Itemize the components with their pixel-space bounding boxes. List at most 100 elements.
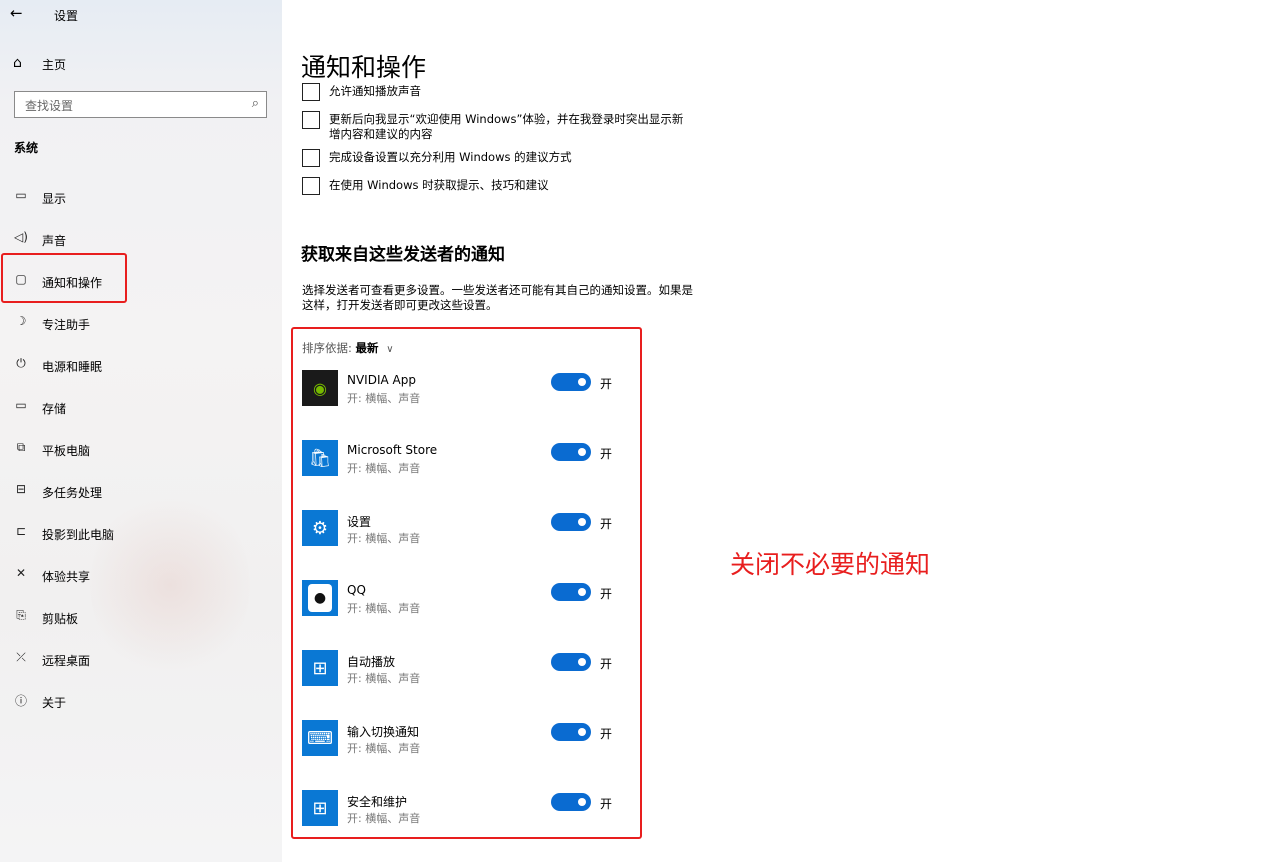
sidebar-item-about[interactable]: ⓘ 关于	[0, 684, 282, 718]
share-icon: ✕	[15, 566, 27, 580]
page-title: 通知和操作	[301, 53, 427, 82]
notification-toggle[interactable]	[551, 513, 591, 531]
checkbox-label: 完成设备设置以充分利用 Windows 的建议方式	[329, 150, 572, 164]
home-label: 主页	[42, 58, 67, 72]
sidebar-item-label: 远程桌面	[42, 654, 91, 668]
sender-row-autoplay[interactable]: ⊞ 自动播放 开: 横幅、声音 开	[302, 650, 622, 690]
sidebar-item-label: 声音	[42, 234, 67, 248]
sender-row-nvidia[interactable]: ◉ NVIDIA App 开: 横幅、声音 开	[302, 370, 622, 410]
sidebar-item-display[interactable]: ▭ 显示	[0, 180, 282, 214]
clipboard-icon: ⎘	[16, 608, 26, 622]
sender-row-qq[interactable]: ● QQ 开: 横幅、声音 开	[302, 580, 622, 620]
sender-status: 开: 横幅、声音	[347, 602, 421, 615]
sidebar-item-storage[interactable]: ▭ 存储	[0, 390, 282, 424]
sender-name: 自动播放	[347, 655, 396, 669]
sidebar-item-remote-desktop[interactable]: ⤫ 远程桌面	[0, 642, 282, 676]
checkbox-label: 允许通知播放声音	[329, 84, 421, 98]
project-icon: ⊏	[15, 524, 27, 538]
chevron-down-icon: ∨	[386, 344, 394, 355]
notification-toggle[interactable]	[551, 793, 591, 811]
sidebar-item-label: 关于	[42, 696, 67, 710]
notification-toggle[interactable]	[551, 373, 591, 391]
sender-name: 设置	[347, 515, 372, 529]
toggle-label: 开	[600, 797, 613, 811]
sender-name: 安全和维护	[347, 795, 408, 809]
checkbox-row[interactable]: 完成设备设置以充分利用 Windows 的建议方式	[302, 149, 722, 169]
search-icon[interactable]: ⌕	[252, 96, 259, 111]
toggle-label: 开	[600, 517, 613, 531]
checkbox-row[interactable]: 更新后向我显示“欢迎使用 Windows”体验，并在我登录时突出显示新增内容和建…	[302, 111, 722, 145]
sender-row-settings[interactable]: ⚙ 设置 开: 横幅、声音 开	[302, 510, 622, 550]
sort-label: 排序依据:	[302, 341, 352, 355]
sender-status: 开: 横幅、声音	[347, 742, 421, 755]
notification-toggle[interactable]	[551, 653, 591, 671]
power-icon: ⏻	[16, 356, 26, 370]
sidebar-item-label: 体验共享	[42, 570, 91, 584]
notification-toggle[interactable]	[551, 583, 591, 601]
sender-name: NVIDIA App	[347, 373, 416, 387]
sidebar-item-shared-experiences[interactable]: ✕ 体验共享	[0, 558, 282, 592]
speaker-icon: ◁)	[14, 230, 28, 244]
toggle-label: 开	[600, 377, 613, 391]
section-label: 系统	[14, 141, 39, 155]
sidebar-item-power[interactable]: ⏻ 电源和睡眠	[0, 348, 282, 382]
checkbox-label: 更新后向我显示“欢迎使用 Windows”体验，并在我登录时突出显示新增内容和建…	[329, 112, 684, 141]
sidebar-item-sound[interactable]: ◁) 声音	[0, 222, 282, 256]
checkbox[interactable]	[302, 111, 320, 129]
sidebar-item-multitasking[interactable]: ⊟ 多任务处理	[0, 474, 282, 508]
checkbox-label: 在使用 Windows 时获取提示、技巧和建议	[329, 178, 549, 192]
toggle-label: 开	[600, 657, 613, 671]
sender-row-microsoft-store[interactable]: 🛍 Microsoft Store 开: 横幅、声音 开	[302, 440, 622, 480]
storage-icon: ▭	[15, 398, 27, 412]
sidebar-item-label: 电源和睡眠	[42, 360, 103, 374]
sender-status: 开: 横幅、声音	[347, 532, 421, 545]
back-button[interactable]: ←	[10, 4, 23, 22]
info-icon: ⓘ	[14, 694, 27, 708]
checkbox-row[interactable]: 在使用 Windows 时获取提示、技巧和建议	[302, 177, 722, 197]
autoplay-icon: ⊞	[302, 650, 338, 686]
home-nav-item[interactable]: ⌂ 主页	[0, 50, 282, 78]
qq-icon: ●	[302, 580, 338, 616]
sidebar-item-focus-assist[interactable]: ☽ 专注助手	[0, 306, 282, 340]
security-icon: ⊞	[302, 790, 338, 826]
sender-name: 输入切换通知	[347, 725, 420, 739]
multitask-icon: ⊟	[15, 482, 27, 496]
sidebar: ← 设置 ⌂ 主页 查找设置 ⌕ 系统 ▭ 显示 ◁) 声音 ▢ 通知和操作 ☽…	[0, 0, 282, 862]
checkbox[interactable]	[302, 177, 320, 195]
home-icon: ⌂	[13, 55, 22, 71]
checkbox[interactable]	[302, 83, 320, 101]
senders-description: 选择发送者可查看更多设置。一些发送者还可能有其自己的通知设置。如果是这样，打开发…	[302, 283, 693, 312]
remote-desktop-icon: ⤫	[16, 650, 26, 664]
sidebar-item-label: 平板电脑	[42, 444, 91, 458]
senders-heading: 获取来自这些发送者的通知	[301, 245, 505, 265]
search-input[interactable]: 查找设置 ⌕	[14, 91, 267, 118]
tablet-icon: ⧉	[16, 440, 26, 454]
sender-row-input-switch[interactable]: ⌨ 输入切换通知 开: 横幅、声音 开	[302, 720, 622, 760]
notification-toggle[interactable]	[551, 723, 591, 741]
sidebar-item-label: 投影到此电脑	[42, 528, 115, 542]
sidebar-item-clipboard[interactable]: ⎘ 剪贴板	[0, 600, 282, 634]
sidebar-item-projecting[interactable]: ⊏ 投影到此电脑	[0, 516, 282, 550]
keyboard-icon: ⌨	[302, 720, 338, 756]
app-title: 设置	[54, 9, 79, 23]
nvidia-icon: ◉	[302, 370, 338, 406]
notification-toggle[interactable]	[551, 443, 591, 461]
search-placeholder: 查找设置	[25, 99, 74, 113]
display-icon: ▭	[15, 188, 27, 202]
sidebar-item-label: 存储	[42, 402, 67, 416]
checkbox[interactable]	[302, 149, 320, 167]
sender-row-security[interactable]: ⊞ 安全和维护 开: 横幅、声音 开	[302, 790, 622, 830]
sender-status: 开: 横幅、声音	[347, 812, 421, 825]
main-content: 通知和操作 允许通知播放声音 更新后向我显示“欢迎使用 Windows”体验，并…	[282, 0, 1280, 862]
sort-dropdown[interactable]: 排序依据: 最新 ∨	[302, 340, 394, 356]
toggle-label: 开	[600, 447, 613, 461]
checkbox-row[interactable]: 允许通知播放声音	[302, 83, 722, 103]
sender-status: 开: 横幅、声音	[347, 672, 421, 685]
gear-icon: ⚙	[302, 510, 338, 546]
annotation-text: 关闭不必要的通知	[730, 550, 931, 579]
sender-name: QQ	[347, 583, 366, 597]
sidebar-item-tablet[interactable]: ⧉ 平板电脑	[0, 432, 282, 466]
sidebar-item-label: 专注助手	[42, 318, 91, 332]
sidebar-item-label: 剪贴板	[42, 612, 79, 626]
active-item-highlight-box	[1, 253, 127, 303]
